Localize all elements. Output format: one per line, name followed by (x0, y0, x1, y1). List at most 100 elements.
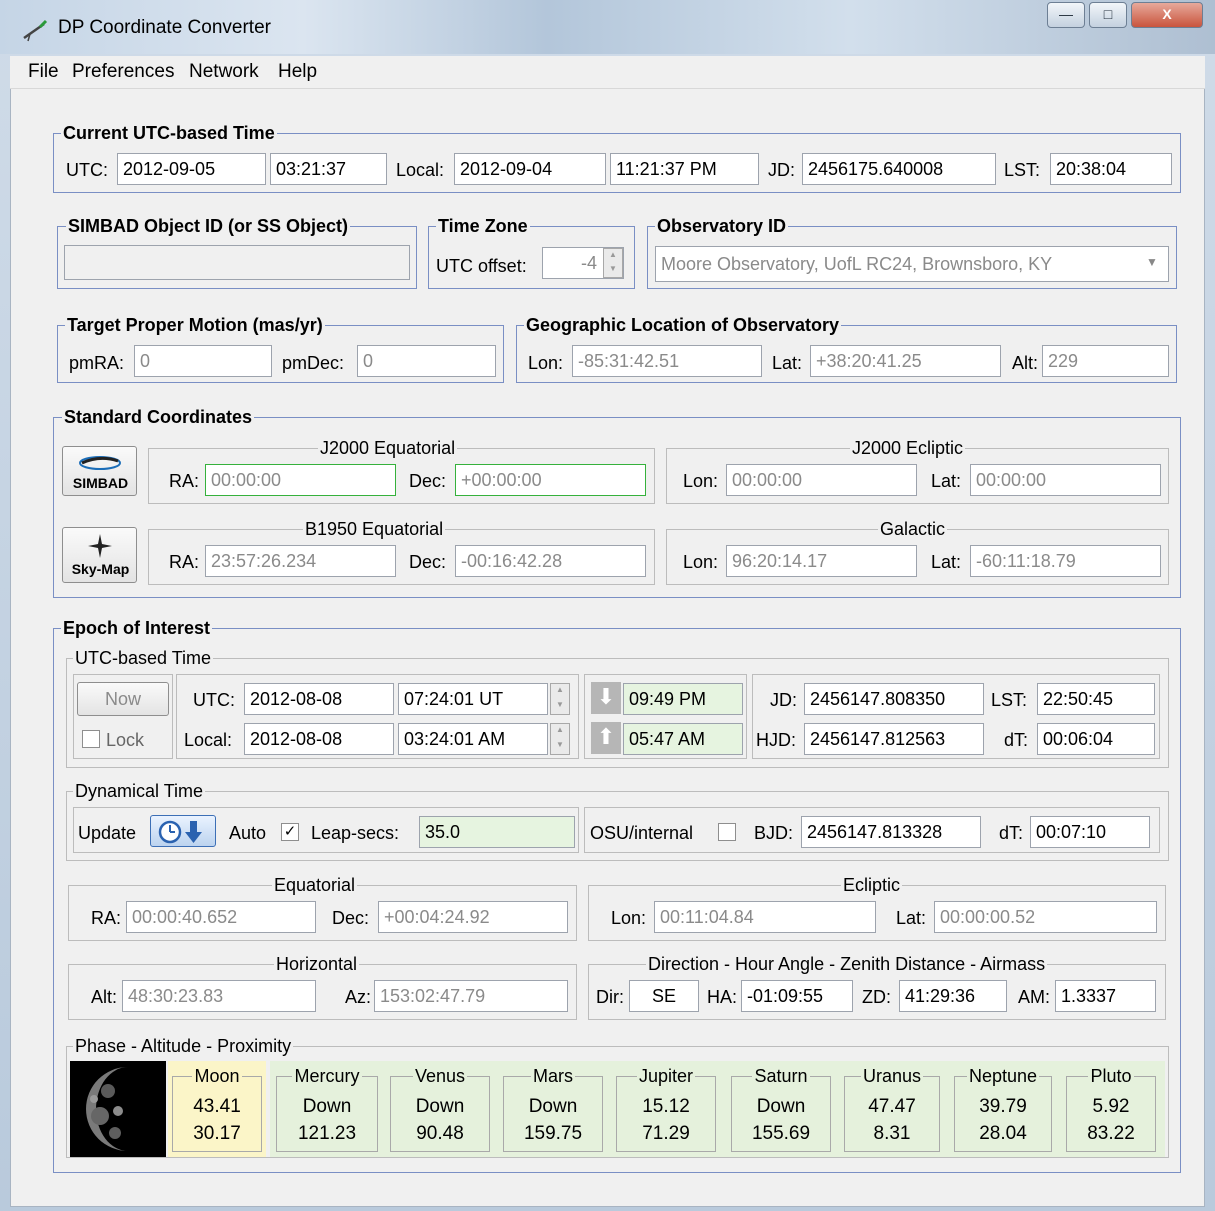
osu-internal-checkbox[interactable] (718, 823, 736, 841)
body-title-uranus: Uranus (840, 1066, 944, 1086)
timezone-title: Time Zone (436, 216, 530, 236)
equatorial-ra-label: RA: (91, 908, 122, 928)
b1950-dec-label: Dec: (409, 552, 447, 572)
epoch-jd-field[interactable]: 2456147.808350 (804, 683, 984, 715)
set-arrow-icon[interactable]: ⬇ (591, 682, 621, 714)
lst-field[interactable]: 20:38:04 (1050, 153, 1172, 185)
clock-download-icon (158, 820, 202, 844)
auto-checkbox[interactable]: ✓ (281, 823, 299, 841)
rise-arrow-icon[interactable]: ⬆ (591, 722, 621, 754)
lock-checkbox[interactable] (82, 730, 100, 748)
geo-lat-field[interactable]: +38:20:41.25 (810, 345, 1001, 377)
dyn-dt-field[interactable]: 00:07:10 (1030, 816, 1150, 848)
horizontal-alt-field[interactable]: 48:30:23.83 (122, 980, 316, 1012)
leap-secs-field[interactable]: 35.0 (419, 816, 575, 848)
utc-date-field[interactable]: 2012-09-05 (117, 153, 266, 185)
local-label: Local: (396, 160, 445, 180)
dynamical-time-title: Dynamical Time (73, 781, 206, 801)
local-time-field[interactable]: 11:21:37 PM (610, 153, 759, 185)
am-field[interactable]: 1.3337 (1055, 980, 1156, 1012)
j2000-dec-field[interactable]: +00:00:00 (455, 464, 646, 496)
galactic-title: Galactic (878, 519, 948, 539)
bjd-label: BJD: (754, 823, 794, 843)
body-proximity: 90.48 (416, 1123, 464, 1144)
minimize-button[interactable]: — (1047, 2, 1085, 28)
dyn-dt-label: dT: (999, 823, 1024, 843)
body-name: Mercury (292, 1066, 362, 1086)
b1950-dec-field[interactable]: -00:16:42.28 (455, 545, 646, 577)
moon-phase-icon (86, 1067, 170, 1151)
observatory-select[interactable]: Moore Observatory, UofL RC24, Brownsboro… (655, 246, 1169, 282)
menu-file[interactable]: File (28, 61, 59, 83)
geo-lon-field[interactable]: -85:31:42.51 (572, 345, 762, 377)
am-label: AM: (1018, 987, 1051, 1007)
geo-alt-field[interactable]: 229 (1042, 345, 1169, 377)
simbad-object-input[interactable] (64, 245, 410, 280)
set-time-field[interactable]: 09:49 PM (623, 683, 743, 715)
horizontal-az-field[interactable]: 153:02:47.79 (374, 980, 568, 1012)
menu-network[interactable]: Network (189, 61, 259, 83)
menu-help[interactable]: Help (278, 61, 317, 83)
utc-offset-label: UTC offset: (436, 256, 527, 276)
epoch-utc-time-stepper[interactable]: ▲ ▼ (550, 683, 570, 715)
jd-field[interactable]: 2456175.640008 (802, 153, 996, 185)
body-name: Uranus (860, 1066, 924, 1086)
j2000-ecl-lon-field[interactable]: 00:00:00 (726, 464, 917, 496)
galactic-lat-field[interactable]: -60:11:18.79 (970, 545, 1161, 577)
epoch-utc-title: UTC-based Time (73, 648, 214, 668)
leap-secs-label: Leap-secs: (311, 823, 400, 843)
zd-field[interactable]: 41:29:36 (899, 980, 1007, 1012)
body-name: Venus (412, 1066, 468, 1086)
body-proximity: 159.75 (523, 1123, 583, 1144)
maximize-button[interactable]: □ (1089, 2, 1127, 28)
epoch-local-time-field[interactable]: 03:24:01 AM (398, 723, 548, 755)
ecliptic-lat-field[interactable]: 00:00:00.52 (934, 901, 1157, 933)
epoch-local-label: Local: (184, 730, 233, 750)
epoch-utc-label: UTC: (193, 690, 235, 710)
ha-field[interactable]: -01:09:55 (741, 980, 853, 1012)
galactic-lon-field[interactable]: 96:20:14.17 (726, 545, 917, 577)
lock-label: Lock (106, 730, 145, 750)
body-proximity: 8.31 (873, 1123, 911, 1144)
update-button[interactable] (150, 815, 216, 847)
body-title-pluto: Pluto (1062, 1066, 1160, 1086)
equatorial-ra-field[interactable]: 00:00:40.652 (126, 901, 316, 933)
j2000-ra-field[interactable]: 00:00:00 (205, 464, 396, 496)
jd-label: JD: (768, 160, 795, 180)
epoch-local-date-field[interactable]: 2012-08-08 (244, 723, 394, 755)
rise-time-field[interactable]: 05:47 AM (623, 723, 743, 755)
chevron-down-icon[interactable]: ▼ (1146, 255, 1158, 269)
epoch-dt-field[interactable]: 00:06:04 (1037, 723, 1155, 755)
body-title-mars: Mars (499, 1066, 607, 1086)
telescope-icon (20, 16, 50, 42)
epoch-jd-label: JD: (770, 690, 797, 710)
epoch-utc-date-field[interactable]: 2012-08-08 (244, 683, 394, 715)
epoch-title: Epoch of Interest (61, 618, 213, 638)
pmdec-field[interactable]: 0 (357, 345, 496, 377)
local-date-field[interactable]: 2012-09-04 (454, 153, 606, 185)
menu-preferences[interactable]: Preferences (72, 61, 174, 83)
osu-internal-label: OSU/internal (590, 823, 694, 843)
window-title: DP Coordinate Converter (58, 17, 271, 38)
epoch-utc-time-field[interactable]: 07:24:01 UT (398, 683, 548, 715)
j2000-ecl-lat-field[interactable]: 00:00:00 (970, 464, 1161, 496)
epoch-local-time-stepper[interactable]: ▲ ▼ (550, 723, 570, 755)
utc-offset-stepper[interactable]: ▲ ▼ (603, 248, 623, 278)
bjd-field[interactable]: 2456147.813328 (801, 816, 981, 848)
now-button[interactable]: Now (77, 682, 169, 716)
epoch-lst-field[interactable]: 22:50:45 (1037, 683, 1155, 715)
equatorial-dec-field[interactable]: +00:04:24.92 (378, 901, 568, 933)
utc-time-field[interactable]: 03:21:37 (270, 153, 387, 185)
standard-coordinates-title: Standard Coordinates (62, 407, 255, 427)
star-icon (88, 534, 112, 558)
simbad-button[interactable]: SIMBAD (62, 446, 137, 496)
pmra-field[interactable]: 0 (134, 345, 272, 377)
ecliptic-lon-field[interactable]: 00:11:04.84 (654, 901, 876, 933)
b1950-ra-field[interactable]: 23:57:26.234 (205, 545, 396, 577)
body-name: Moon (192, 1066, 242, 1086)
hjd-field[interactable]: 2456147.812563 (804, 723, 984, 755)
dir-field[interactable]: SE (629, 980, 699, 1012)
sky-map-button[interactable]: Sky-Map (62, 527, 137, 583)
close-button[interactable]: X (1131, 2, 1203, 28)
horizontal-alt-label: Alt: (91, 987, 118, 1007)
